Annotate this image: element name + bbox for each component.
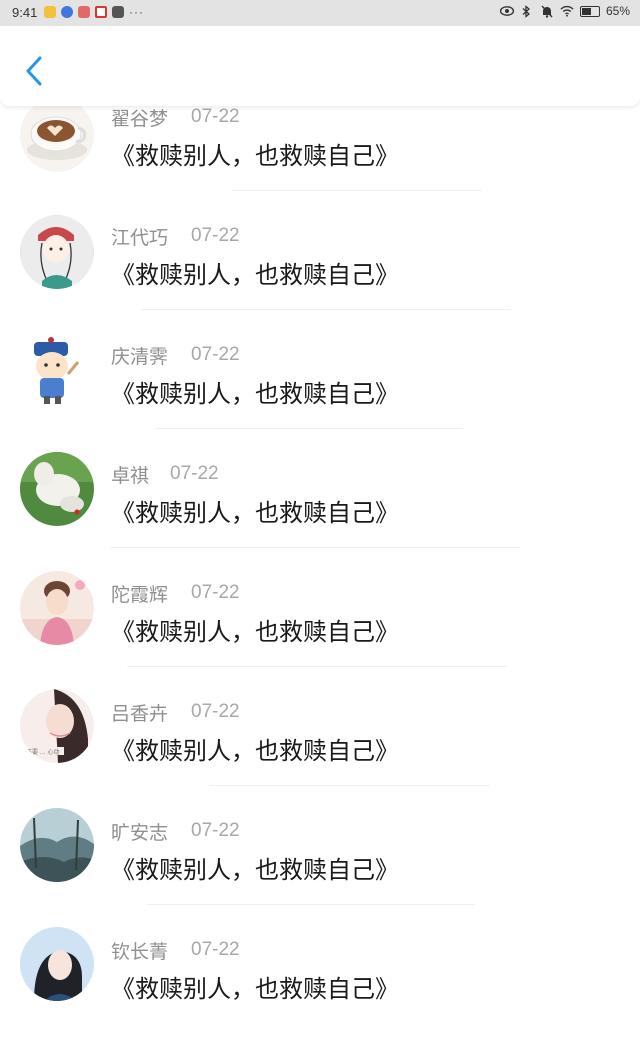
comment-row[interactable]: 江代巧 07-22 《救赎别人，也救赎自己》 (0, 213, 640, 331)
svg-text:不要 ... 心动: 不要 ... 心动 (26, 749, 60, 756)
comment-text: 《救赎别人，也救赎自己》 (111, 499, 399, 527)
commenter-name: 卓祺 (111, 465, 150, 487)
commenter-name: 翟谷梦 (111, 108, 169, 130)
commenter-name: 吕香卉 (111, 703, 169, 725)
user-avatar[interactable] (20, 334, 94, 408)
app-notification-icon (61, 6, 73, 18)
row-divider (147, 904, 475, 905)
top-navigation-bar (0, 26, 640, 106)
commenter-name: 庆清霁 (111, 346, 169, 368)
user-avatar[interactable] (20, 98, 94, 172)
comment-date: 07-22 (191, 820, 240, 841)
comment-row[interactable]: 钦长菁 07-22 《救赎别人，也救赎自己》 (0, 927, 640, 1045)
comment-row[interactable]: 翟谷梦 07-22 《救赎别人，也救赎自己》 (0, 94, 640, 212)
wifi-icon (560, 4, 574, 18)
more-notifications-indicator: ··· (129, 5, 144, 19)
comment-text: 《救赎别人，也救赎自己》 (111, 618, 399, 646)
comment-date: 07-22 (170, 463, 219, 484)
row-divider (155, 428, 463, 429)
user-avatar[interactable] (20, 215, 94, 289)
battery-icon (579, 5, 600, 17)
comment-date: 07-22 (191, 939, 240, 960)
row-divider (127, 666, 507, 667)
notification-icons: ··· (44, 5, 144, 19)
comment-date: 07-22 (191, 225, 240, 246)
row-divider (110, 547, 520, 548)
user-avatar[interactable]: 不要 ... 心动 (20, 689, 94, 763)
row-divider (141, 309, 511, 310)
comment-text: 《救赎别人，也救赎自己》 (111, 261, 399, 289)
comment-row[interactable]: 卓祺 07-22 《救赎别人，也救赎自己》 (0, 451, 640, 569)
mute-bell-icon (540, 4, 554, 18)
comment-row[interactable]: 不要 ... 心动 吕香卉 07-22 《救赎别人，也救赎自己》 (0, 689, 640, 807)
app-notification-icon (112, 6, 124, 18)
app-notification-icon (95, 6, 107, 18)
comment-date: 07-22 (191, 582, 240, 603)
comment-text: 《救赎别人，也救赎自己》 (111, 142, 399, 170)
chevron-left-icon (26, 56, 42, 86)
comment-date: 07-22 (191, 106, 240, 127)
comment-date: 07-22 (191, 344, 240, 365)
row-divider (232, 190, 482, 191)
user-avatar[interactable] (20, 571, 94, 645)
comment-row[interactable]: 庆清霁 07-22 《救赎别人，也救赎自己》 (0, 332, 640, 450)
bluetooth-icon (520, 4, 534, 18)
comment-text: 《救赎别人，也救赎自己》 (111, 380, 399, 408)
user-avatar[interactable] (20, 927, 94, 1001)
commenter-name: 旷安志 (111, 822, 169, 844)
eye-icon (499, 4, 514, 18)
comment-row[interactable]: 陀霞辉 07-22 《救赎别人，也救赎自己》 (0, 570, 640, 688)
user-avatar[interactable] (20, 808, 94, 882)
status-bar: 9:41 ··· 65% (0, 0, 640, 26)
battery-percentage: 65% (605, 4, 630, 18)
row-divider (210, 785, 490, 786)
comment-text: 《救赎别人，也救赎自己》 (111, 737, 399, 765)
system-status: 65% (499, 4, 630, 18)
comment-text: 《救赎别人，也救赎自己》 (111, 856, 399, 884)
app-notification-icon (78, 6, 90, 18)
battery-level-fill (581, 7, 592, 15)
comment-row[interactable]: 旷安志 07-22 《救赎别人，也救赎自己》 (0, 808, 640, 926)
status-time: 9:41 (12, 5, 38, 20)
app-notification-icon (44, 6, 56, 18)
commenter-name: 钦长菁 (111, 941, 169, 963)
back-button[interactable] (18, 52, 52, 92)
commenter-name: 江代巧 (111, 227, 169, 249)
comment-text: 《救赎别人，也救赎自己》 (111, 975, 399, 1003)
commenter-name: 陀霞辉 (111, 584, 169, 606)
user-avatar[interactable] (20, 452, 94, 526)
comment-date: 07-22 (191, 701, 240, 722)
